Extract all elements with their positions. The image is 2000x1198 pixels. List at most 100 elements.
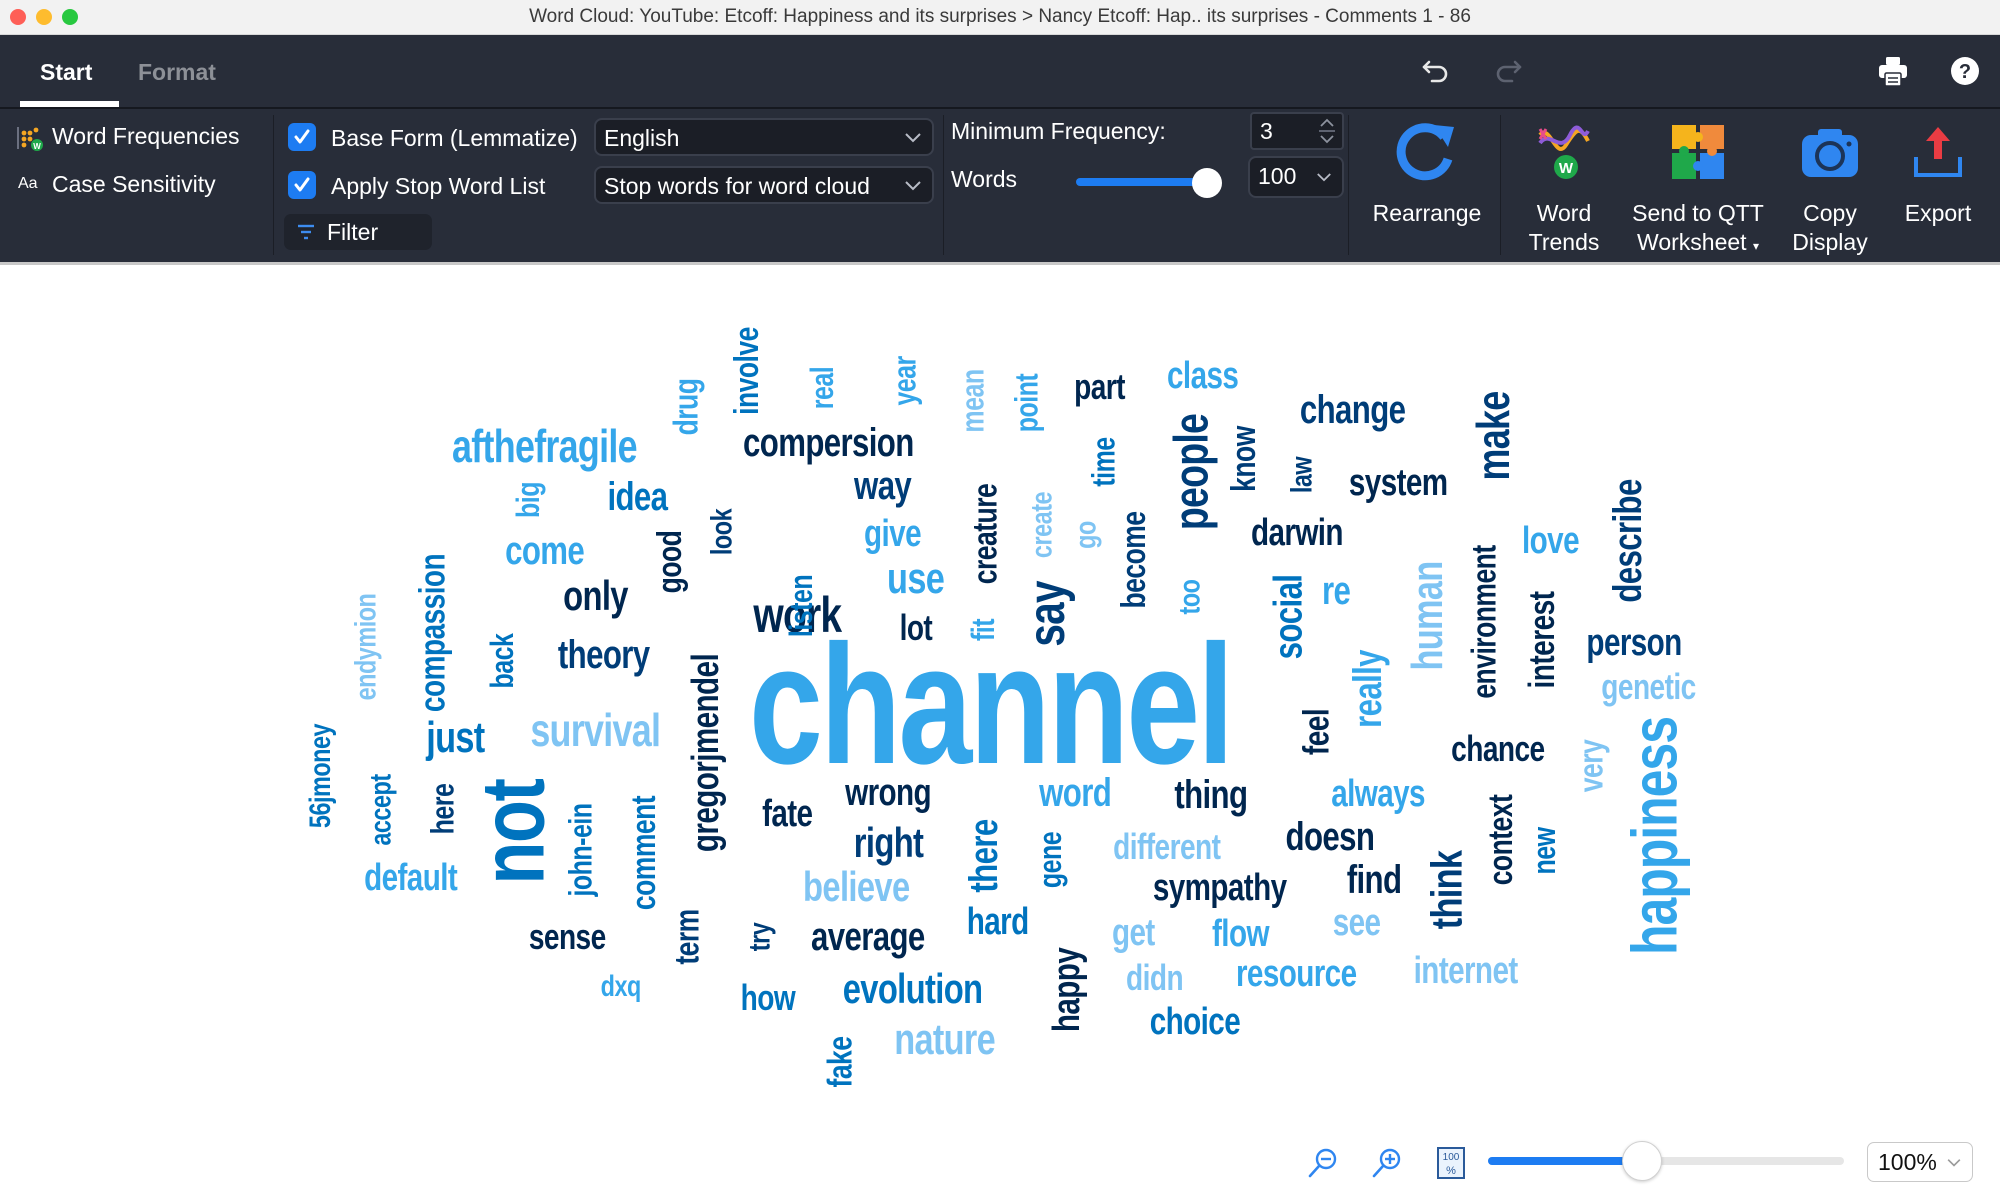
- send-to-qtt-button[interactable]: Send to QTT Worksheet ▾: [1624, 113, 1772, 261]
- word-drug[interactable]: drug: [667, 379, 705, 436]
- language-select[interactable]: English: [594, 118, 934, 156]
- word-think[interactable]: think: [1422, 851, 1471, 930]
- word-create[interactable]: create: [1025, 492, 1058, 558]
- word-find[interactable]: find: [1347, 860, 1402, 900]
- word-cloud-canvas[interactable]: channel not happiness work afthefragile compe…: [0, 265, 2000, 1198]
- tab-start[interactable]: Start: [40, 59, 92, 86]
- word-listen[interactable]: listen: [783, 575, 819, 637]
- word-nature[interactable]: nature: [894, 1018, 995, 1062]
- word-just[interactable]: just: [426, 716, 485, 760]
- word-real[interactable]: real: [804, 367, 840, 409]
- zoom-out-button[interactable]: [1306, 1146, 1340, 1180]
- word-know[interactable]: know: [1225, 426, 1263, 492]
- word-doesn[interactable]: doesn: [1286, 817, 1375, 857]
- word-environment[interactable]: environment: [1465, 545, 1503, 698]
- word-right[interactable]: right: [853, 822, 923, 864]
- word-say[interactable]: say: [1018, 581, 1076, 646]
- word-see[interactable]: see: [1332, 904, 1380, 942]
- word-mean[interactable]: mean: [954, 369, 990, 432]
- word-idea[interactable]: idea: [607, 477, 668, 517]
- word-go[interactable]: go: [1069, 521, 1102, 549]
- word-social[interactable]: social: [1266, 575, 1310, 660]
- word-way[interactable]: way: [854, 466, 912, 506]
- word-come[interactable]: come: [505, 531, 585, 571]
- words-count-select[interactable]: 100: [1248, 156, 1344, 198]
- word-not[interactable]: not: [463, 780, 563, 885]
- word-re[interactable]: re: [1322, 571, 1351, 611]
- word-human[interactable]: human: [1403, 561, 1452, 670]
- word-point[interactable]: point: [1008, 374, 1044, 433]
- word-change[interactable]: change: [1299, 390, 1405, 430]
- word-creature[interactable]: creature: [966, 484, 1004, 584]
- word-believe[interactable]: believe: [803, 866, 910, 908]
- undo-button[interactable]: [1418, 53, 1454, 89]
- word-fake[interactable]: fake: [821, 1037, 859, 1088]
- tab-format[interactable]: Format: [138, 59, 216, 86]
- word-person[interactable]: person: [1586, 624, 1682, 662]
- words-slider-handle[interactable]: [1192, 168, 1222, 198]
- word-hard[interactable]: hard: [966, 903, 1028, 941]
- word-chance[interactable]: chance: [1451, 731, 1545, 767]
- base-form-checkbox[interactable]: [288, 123, 316, 151]
- word-dxq[interactable]: dxq: [601, 972, 642, 1002]
- word-resource[interactable]: resource: [1236, 955, 1357, 993]
- word-love[interactable]: love: [1522, 522, 1580, 560]
- case-sensitivity-button[interactable]: Aa Case Sensitivity: [16, 171, 256, 203]
- word-happy[interactable]: happy: [1046, 948, 1088, 1032]
- word-feel[interactable]: feel: [1295, 709, 1336, 755]
- word-lot[interactable]: lot: [900, 610, 933, 646]
- word-sympathy[interactable]: sympathy: [1152, 869, 1286, 907]
- zoom-level-select[interactable]: 100%: [1867, 1142, 1973, 1182]
- zoom-slider-handle[interactable]: [1622, 1141, 1663, 1181]
- word-didn[interactable]: didn: [1126, 960, 1184, 996]
- word-fate[interactable]: fate: [762, 795, 813, 833]
- word-thing[interactable]: thing: [1174, 775, 1248, 815]
- word-back[interactable]: back: [484, 634, 520, 689]
- word-good[interactable]: good: [651, 531, 689, 594]
- filter-button[interactable]: Filter: [284, 214, 432, 250]
- stop-word-checkbox[interactable]: [288, 171, 316, 199]
- word-afthefragile[interactable]: afthefragile: [452, 423, 638, 469]
- word-choice[interactable]: choice: [1150, 1003, 1241, 1041]
- actual-size-button[interactable]: 100%: [1436, 1146, 1470, 1180]
- word-try[interactable]: try: [743, 923, 776, 952]
- word-time[interactable]: time: [1085, 437, 1121, 486]
- word-big[interactable]: big: [510, 482, 546, 518]
- word-law[interactable]: law: [1285, 457, 1318, 493]
- words-slider-track[interactable]: [1076, 178, 1206, 186]
- word-accept[interactable]: accept: [364, 774, 397, 845]
- word-part[interactable]: part: [1074, 369, 1125, 405]
- word-wrong[interactable]: wrong: [845, 774, 932, 812]
- word-average[interactable]: average: [811, 917, 925, 957]
- word-john-ein[interactable]: john-ein: [562, 803, 598, 896]
- min-frequency-stepper[interactable]: 3: [1250, 112, 1344, 150]
- word-flow[interactable]: flow: [1212, 915, 1269, 953]
- word-new[interactable]: new: [1526, 827, 1562, 874]
- word-evolution[interactable]: evolution: [842, 968, 982, 1010]
- word-trends-button[interactable]: W Word Trends: [1510, 113, 1618, 257]
- word-there[interactable]: there: [962, 819, 1006, 892]
- word-involve[interactable]: involve: [728, 327, 766, 415]
- copy-display-button[interactable]: Copy Display: [1778, 113, 1882, 257]
- word-people[interactable]: people: [1165, 414, 1218, 530]
- word-always[interactable]: always: [1331, 775, 1425, 813]
- word-get[interactable]: get: [1112, 914, 1155, 952]
- zoom-slider-track[interactable]: [1488, 1157, 1844, 1165]
- word-genetic[interactable]: genetic: [1601, 669, 1696, 705]
- word-class[interactable]: class: [1167, 357, 1239, 395]
- word-frequencies-button[interactable]: W Word Frequencies: [16, 123, 256, 155]
- word-interest[interactable]: interest: [1521, 592, 1562, 689]
- export-button[interactable]: Export: [1890, 113, 1986, 228]
- word-happiness[interactable]: happiness: [1618, 717, 1690, 955]
- word-gene[interactable]: gene: [1032, 832, 1068, 888]
- word-internet[interactable]: internet: [1413, 952, 1518, 990]
- zoom-in-button[interactable]: [1370, 1146, 1404, 1180]
- stop-list-select[interactable]: Stop words for word cloud: [594, 166, 934, 204]
- word-word[interactable]: word: [1039, 773, 1112, 813]
- word-survival[interactable]: survival: [530, 707, 661, 753]
- word-how[interactable]: how: [741, 980, 796, 1016]
- word-fit[interactable]: fit: [965, 619, 1001, 641]
- word-darwin[interactable]: darwin: [1251, 514, 1344, 552]
- help-button[interactable]: ?: [1947, 53, 1983, 89]
- word-year[interactable]: year: [886, 356, 922, 405]
